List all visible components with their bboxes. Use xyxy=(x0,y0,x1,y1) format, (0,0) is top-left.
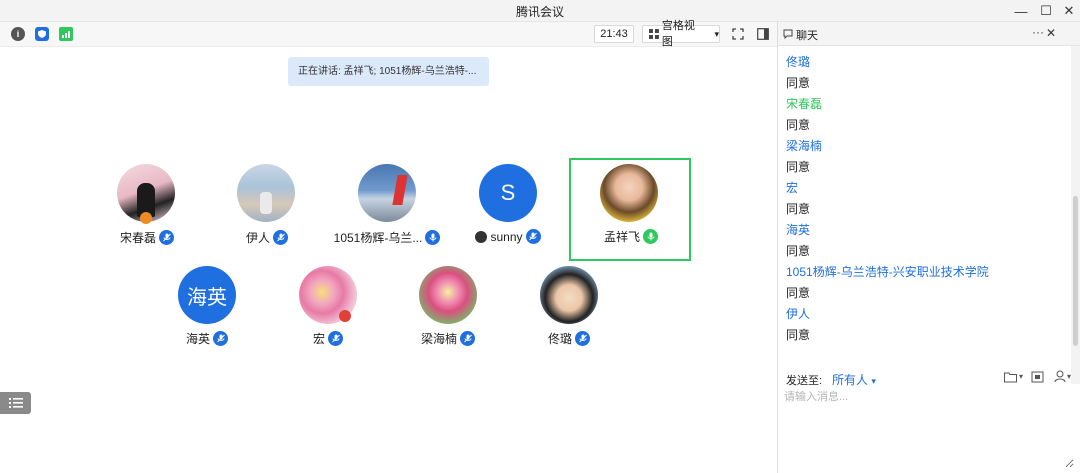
chat-message-input[interactable] xyxy=(784,388,1074,468)
microphone-active-icon xyxy=(643,229,658,244)
participant-tile[interactable]: 佟璐 xyxy=(509,262,629,362)
list-icon xyxy=(8,398,23,408)
participant-tile-active-speaker[interactable]: 孟祥飞 xyxy=(569,158,691,261)
participant-name: 梁海楠 xyxy=(420,332,457,346)
chat-message-text: 同意 xyxy=(786,202,811,216)
chat-sender-name[interactable]: 伊人 xyxy=(786,305,810,322)
chevron-down-icon[interactable]: ▾ xyxy=(1019,372,1023,381)
fullscreen-icon xyxy=(732,28,744,40)
send-to-bar: 发送至: 所有人 ▾ ▾ ▾ xyxy=(778,364,1080,390)
file-folder-icon[interactable] xyxy=(1004,371,1017,383)
participant-name: 1051杨辉-乌兰... xyxy=(333,231,423,245)
chat-sender-name[interactable]: 宏 xyxy=(786,179,798,196)
active-speaker-banner: 正在讲话: 孟祥飞; 1051杨辉-乌兰浩特-... xyxy=(288,57,489,86)
avatar xyxy=(237,164,295,222)
chat-panel: 聊天 ··· ✕ 佟璐 同意 宋春磊 同意 梁海楠 同意 宏 同意 海英 同意 … xyxy=(778,22,1080,473)
chat-message-list[interactable]: 佟璐 同意 宋春磊 同意 梁海楠 同意 宏 同意 海英 同意 1051杨辉-乌兰… xyxy=(778,46,1071,384)
chat-header: 聊天 ··· ✕ xyxy=(778,22,1080,46)
participant-name: 宋春磊 xyxy=(119,231,156,245)
meeting-toolbar: i 21:43 宫格视图 ▾ xyxy=(0,20,777,48)
fullscreen-button[interactable] xyxy=(730,26,746,42)
avatar xyxy=(419,266,477,324)
recipient-value: 所有人 xyxy=(832,373,869,387)
microphone-icon xyxy=(159,230,174,245)
chat-sender-name[interactable]: 佟璐 xyxy=(786,53,810,70)
security-shield-icon[interactable] xyxy=(35,27,49,41)
avatar: 海英 xyxy=(178,266,236,324)
chevron-down-icon: ▾ xyxy=(871,376,876,386)
participant-name: 海英 xyxy=(185,332,210,346)
signal-strength-icon[interactable] xyxy=(59,27,73,41)
send-to-label: 发送至: xyxy=(786,375,823,387)
participant-tile[interactable]: 宏 xyxy=(268,262,388,362)
microphone-icon xyxy=(575,331,590,346)
chat-sender-name[interactable]: 海英 xyxy=(786,221,810,238)
chat-message-text: 同意 xyxy=(786,244,811,258)
title-bar: 腾讯会议 — ☐ ✕ xyxy=(0,0,1080,22)
participant-name: 孟祥飞 xyxy=(603,230,640,244)
user-settings-icon[interactable] xyxy=(1054,370,1066,383)
minimize-button[interactable]: — xyxy=(1008,0,1034,22)
chat-title: 聊天 xyxy=(796,30,818,42)
microphone-icon xyxy=(213,331,228,346)
sidebar-panel-icon xyxy=(757,28,769,40)
host-badge-icon xyxy=(140,212,152,224)
participant-tile[interactable]: S sunny xyxy=(448,160,568,260)
participant-name: 宏 xyxy=(312,332,325,346)
video-grid-area: 正在讲话: 孟祥飞; 1051杨辉-乌兰浩特-... 宋春磊 伊人 1051杨辉… xyxy=(0,47,777,473)
chat-message-cut-off xyxy=(786,46,846,48)
microphone-icon xyxy=(425,230,441,245)
chat-message-text: 同意 xyxy=(786,118,811,132)
chat-scrollbar[interactable] xyxy=(1071,46,1080,384)
info-icon[interactable]: i xyxy=(11,27,25,41)
close-window-button[interactable]: ✕ xyxy=(1056,0,1080,22)
chat-sender-name[interactable]: 宋春磊 xyxy=(786,95,822,112)
microphone-icon xyxy=(328,331,343,346)
chat-message-text: 同意 xyxy=(786,286,811,300)
chevron-down-icon: ▾ xyxy=(714,29,719,39)
view-mode-label: 宫格视图 xyxy=(661,20,695,48)
chat-message-text: 同意 xyxy=(786,160,811,174)
chevron-down-icon[interactable]: ▾ xyxy=(1067,372,1071,381)
status-badge-icon xyxy=(339,310,351,322)
avatar: S xyxy=(479,164,537,222)
chat-bubble-icon xyxy=(783,29,793,39)
participant-tile[interactable]: 海英 海英 xyxy=(147,262,267,362)
grid-icon xyxy=(649,29,659,39)
participant-list-button[interactable] xyxy=(0,392,31,414)
participant-tile[interactable]: 宋春磊 xyxy=(87,160,207,260)
recipient-select[interactable]: 所有人 ▾ xyxy=(832,371,876,388)
chat-message-text: 同意 xyxy=(786,76,811,90)
screenshot-icon[interactable] xyxy=(1031,370,1044,383)
participant-tile[interactable]: 梁海楠 xyxy=(388,262,508,362)
chat-sender-name[interactable]: 梁海楠 xyxy=(786,137,822,154)
chat-sender-name[interactable]: 1051杨辉-乌兰浩特-兴安职业技术学院 xyxy=(786,263,989,280)
avatar xyxy=(600,164,658,222)
panda-emoji-icon xyxy=(475,230,488,243)
avatar xyxy=(358,164,416,222)
scrollbar-thumb[interactable] xyxy=(1073,196,1078,346)
participant-name: sunny xyxy=(490,229,523,244)
view-mode-dropdown[interactable]: 宫格视图 ▾ xyxy=(642,20,720,48)
participant-name: 佟璐 xyxy=(547,332,572,346)
microphone-icon xyxy=(460,331,475,346)
participant-name: 伊人 xyxy=(245,231,270,245)
more-options-button[interactable]: ··· xyxy=(1032,25,1044,39)
sidebar-toggle-button[interactable] xyxy=(755,26,771,42)
close-chat-button[interactable]: ✕ xyxy=(1046,26,1056,40)
meeting-timer: 21:43 xyxy=(594,25,634,43)
participant-tile[interactable]: 1051杨辉-乌兰... xyxy=(327,160,447,260)
avatar xyxy=(540,266,598,324)
participant-tile[interactable]: 伊人 xyxy=(207,160,327,260)
microphone-icon xyxy=(273,230,288,245)
microphone-icon xyxy=(525,229,541,244)
window-title: 腾讯会议 xyxy=(515,5,564,19)
chat-message-text: 同意 xyxy=(786,328,811,342)
